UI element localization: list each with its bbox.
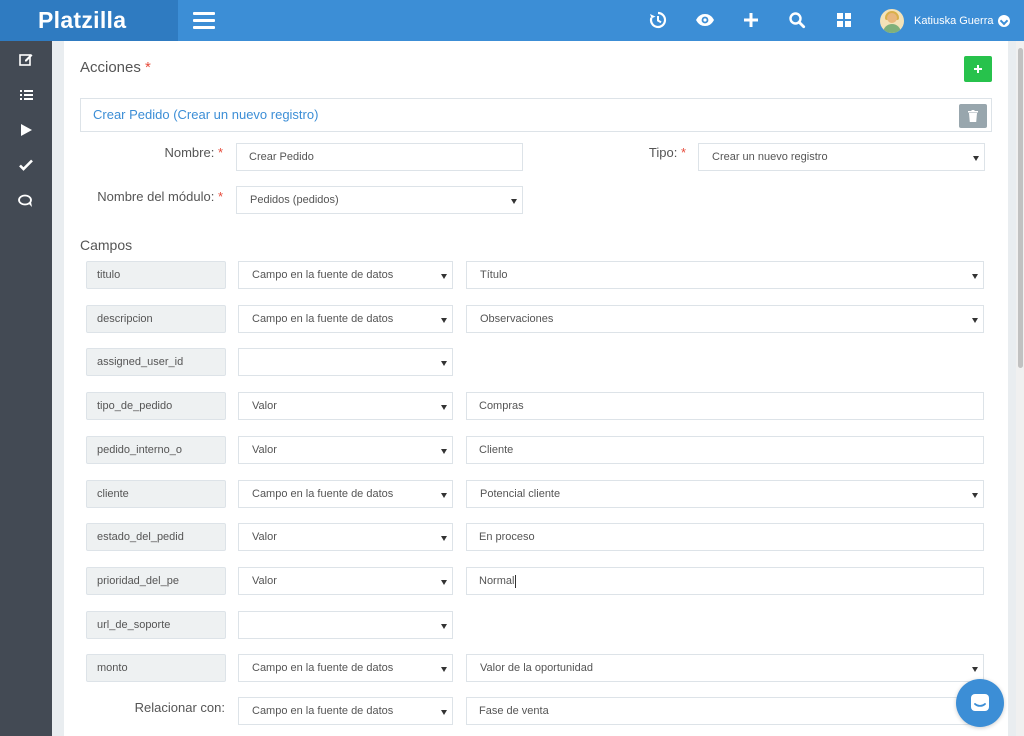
field-source-select[interactable]: Valor: [238, 392, 453, 420]
tipo-label: Tipo: *: [648, 145, 686, 160]
add-action-button[interactable]: [964, 56, 992, 82]
play-icon[interactable]: [17, 121, 35, 139]
field-source-select[interactable]: Campo en la fuente de datos: [238, 654, 453, 682]
comments-icon[interactable]: [17, 192, 35, 210]
field-value-select[interactable]: Título: [466, 261, 984, 289]
field-source-select[interactable]: Campo en la fuente de datos: [238, 305, 453, 333]
field-source-select[interactable]: [238, 348, 453, 376]
sidebar: [0, 41, 52, 736]
top-navbar: Platzilla Katiuska Guerra: [0, 0, 1024, 41]
check-icon[interactable]: [17, 156, 35, 174]
menu-toggle-icon[interactable]: [193, 12, 215, 29]
nombre-input[interactable]: Crear Pedido: [236, 143, 523, 171]
text-cursor: [515, 574, 517, 588]
chat-icon: [971, 694, 989, 711]
page-title: Acciones *: [80, 59, 151, 76]
grid-icon[interactable]: [834, 10, 854, 30]
field-name-titulo: titulo: [86, 261, 226, 289]
campos-title: Campos: [80, 237, 133, 253]
action-header: Crear Pedido (Crear un nuevo registro): [80, 98, 992, 132]
field-value-select[interactable]: Valor de la oportunidad: [466, 654, 984, 682]
avatar: [880, 9, 904, 33]
field-name-cliente: cliente: [86, 480, 226, 508]
nombre-label: Nombre: *: [164, 145, 223, 160]
chat-widget-button[interactable]: [956, 679, 1004, 727]
field-source-select[interactable]: Campo en la fuente de datos: [238, 261, 453, 289]
plus-icon[interactable]: [741, 10, 761, 30]
list-icon[interactable]: [17, 86, 35, 104]
relacionar-value-input[interactable]: Fase de venta: [466, 697, 984, 725]
field-name-tipo_de_pedido: tipo_de_pedido: [86, 392, 226, 420]
field-name-prioridad_del_pe: prioridad_del_pe: [86, 567, 226, 595]
field-name-descripcion: descripcion: [86, 305, 226, 333]
trash-icon: [968, 110, 978, 122]
field-value-select[interactable]: Potencial cliente: [466, 480, 984, 508]
chevron-down-icon: [998, 15, 1011, 27]
field-value-select[interactable]: Observaciones: [466, 305, 984, 333]
tipo-select[interactable]: Crear un nuevo registro: [698, 143, 985, 171]
edit-icon[interactable]: [17, 50, 35, 68]
relacionar-label: Relacionar con:: [134, 700, 225, 715]
field-source-select[interactable]: Campo en la fuente de datos: [238, 480, 453, 508]
field-value-input[interactable]: En proceso: [466, 523, 984, 551]
scrollbar-thumb[interactable]: [1018, 48, 1023, 368]
field-name-monto: monto: [86, 654, 226, 682]
field-source-select[interactable]: Valor: [238, 523, 453, 551]
field-name-assigned_user_id: assigned_user_id: [86, 348, 226, 376]
modulo-label: Nombre del módulo: *: [97, 189, 223, 204]
field-source-select[interactable]: Valor: [238, 436, 453, 464]
user-menu[interactable]: Katiuska Guerra: [880, 8, 1011, 34]
eye-icon[interactable]: [695, 10, 715, 30]
field-name-estado_del_pedid: estado_del_pedid: [86, 523, 226, 551]
user-name: Katiuska Guerra: [914, 15, 994, 27]
brand-logo[interactable]: Platzilla: [0, 0, 178, 41]
field-source-select[interactable]: Valor: [238, 567, 453, 595]
modulo-select[interactable]: Pedidos (pedidos): [236, 186, 523, 214]
field-name-url_de_soporte: url_de_soporte: [86, 611, 226, 639]
action-title[interactable]: Crear Pedido (Crear un nuevo registro): [93, 107, 318, 122]
field-name-pedido_interno_o: pedido_interno_o: [86, 436, 226, 464]
field-source-select[interactable]: [238, 611, 453, 639]
delete-action-button[interactable]: [959, 104, 987, 128]
field-value-input[interactable]: Compras: [466, 392, 984, 420]
field-value-input[interactable]: Normal: [466, 567, 984, 595]
field-value-input[interactable]: Cliente: [466, 436, 984, 464]
search-icon[interactable]: [787, 10, 807, 30]
history-icon[interactable]: [648, 10, 668, 30]
relacionar-source-select[interactable]: Campo en la fuente de datos: [238, 697, 453, 725]
